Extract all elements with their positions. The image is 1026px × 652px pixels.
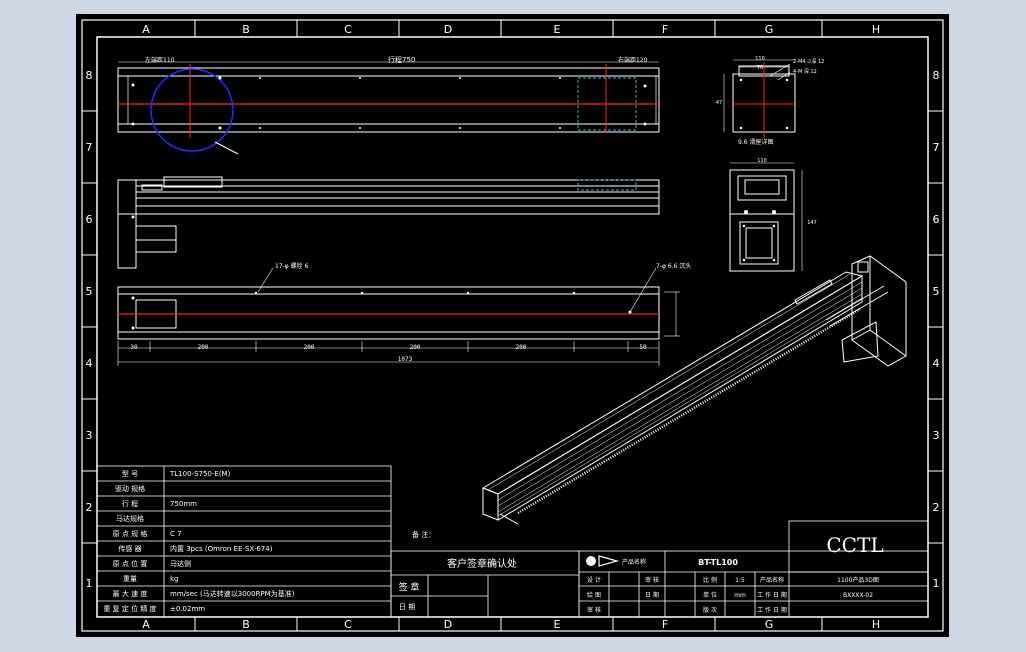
zone-col-a-bottom: A: [142, 618, 150, 631]
spec-label: 传感 器: [118, 544, 141, 553]
title-cell: 版 次: [703, 606, 717, 614]
zone-row-6: 6: [86, 213, 93, 226]
spec-value: 马达侧: [170, 559, 191, 568]
zone-col-e: E: [554, 23, 561, 36]
spec-label: 行 程: [122, 499, 138, 508]
zone-row-3-right: 3: [933, 429, 940, 442]
dim-right-end: 右端距120: [618, 56, 648, 64]
dim-seg-4: 200: [410, 344, 421, 351]
spec-value: ±0.02mm: [170, 605, 205, 613]
end-view-caption: 9.6 滑座详图: [738, 138, 773, 146]
drawing-sheet: A B C D E F G H A B C D E F G H 8 7 6 5 …: [76, 14, 949, 637]
cad-viewport: A B C D E F G H A B C D E F G H 8 7 6 5 …: [0, 0, 1026, 652]
title-cell: 审 核: [645, 576, 659, 584]
spec-label: 驱动 规格: [115, 484, 145, 493]
title-cell: 单 位: [703, 591, 717, 599]
item-name-label: 产品名称: [622, 558, 646, 566]
spec-label: 最 大 速 度: [113, 589, 148, 598]
drawing-number: BXXXX-02: [843, 592, 873, 599]
title-cell: 产品名称: [760, 576, 784, 584]
title-cell: 审 核: [587, 606, 601, 614]
title-cell: 绘 图: [587, 591, 601, 599]
zone-row-2-right: 2: [933, 501, 940, 514]
zone-col-g-bottom: G: [765, 618, 774, 631]
dim-seg-1: 30: [130, 344, 138, 351]
spec-label: 原 点 规 格: [113, 529, 148, 538]
end-note-1: 2-M4 ∅深 12: [793, 58, 824, 65]
zone-col-c: C: [344, 23, 352, 36]
zone-row-7-right: 7: [933, 141, 940, 154]
section-dim-top: 110: [757, 158, 767, 164]
spec-label: 重量: [123, 575, 137, 583]
zone-col-h-bottom: H: [872, 618, 880, 631]
note-bolts: 17-φ 螺栓 6: [275, 262, 309, 270]
zone-col-f-bottom: F: [662, 618, 668, 631]
zone-row-2: 2: [86, 501, 93, 514]
title-cell: 工 作 日 期: [757, 606, 787, 614]
date-label: 日 期: [399, 603, 415, 611]
zone-row-8: 8: [86, 69, 93, 82]
dim-seg-6: 50: [639, 344, 647, 351]
zone-row-7: 7: [86, 141, 93, 154]
notes-label: 备 注：: [412, 530, 435, 539]
zone-col-d-bottom: D: [444, 618, 452, 631]
sign-label: 签 章: [399, 581, 420, 593]
zone-row-4: 4: [86, 357, 93, 370]
end-dim-top: 110: [755, 56, 765, 62]
zone-col-e-bottom: E: [554, 618, 561, 631]
end-dim-side: 47: [716, 100, 722, 106]
title-cell: 日 期: [645, 591, 659, 599]
drawing-background: [76, 14, 949, 637]
company-name: CCTL: [826, 533, 883, 557]
dim-seg-3: 200: [304, 344, 315, 351]
end-note-2: 4-M 深 12: [793, 68, 817, 75]
dim-total: 1073: [398, 356, 413, 363]
zone-col-f: F: [662, 23, 668, 36]
spec-value: kg: [170, 575, 179, 583]
drawing-description: 1100产品3D图: [837, 576, 879, 584]
zone-col-a: A: [142, 23, 150, 36]
title-cell: mm: [734, 592, 746, 599]
spec-label: 重 复 定 位 精 度: [103, 604, 156, 613]
zone-row-1: 1: [86, 577, 93, 590]
zone-col-b: B: [242, 23, 250, 36]
dim-seg-5: 200: [516, 344, 527, 351]
spec-label: 原 点 位 置: [113, 559, 148, 568]
spec-value: 内置 3pcs (Omron EE-SX-674): [170, 544, 273, 553]
zone-col-g: G: [765, 23, 774, 36]
dim-stroke: 行程750: [388, 55, 415, 64]
zone-row-8-right: 8: [933, 69, 940, 82]
zone-col-c-bottom: C: [344, 618, 352, 631]
title-cell: 设 计: [587, 576, 601, 584]
dim-seg-2: 200: [198, 344, 209, 351]
title-cell: 工 作 日 期: [757, 591, 787, 599]
zone-row-6-right: 6: [933, 213, 940, 226]
spec-value: mm/sec (马达转速以3000RPM为基准): [170, 589, 295, 598]
product-code: BT-TL100: [698, 558, 738, 567]
zone-row-5-right: 5: [933, 285, 940, 298]
section-dim-side: 147: [807, 220, 817, 226]
spec-label: 型 号: [122, 469, 138, 478]
spec-label: 马达规格: [116, 514, 144, 523]
zone-row-4-right: 4: [933, 357, 940, 370]
zone-row-1-right: 1: [933, 577, 940, 590]
spec-value: 750mm: [170, 500, 197, 508]
zone-col-b-bottom: B: [242, 618, 250, 631]
zone-col-h: H: [872, 23, 880, 36]
title-cell: 比 例: [703, 576, 717, 584]
note-countersink: 7-φ 6.6 沉头: [656, 262, 691, 270]
zone-row-5: 5: [86, 285, 93, 298]
zone-col-d: D: [444, 23, 452, 36]
spec-value: TL100-S750-E(M): [169, 470, 231, 478]
title-cell: 1:5: [735, 577, 745, 584]
end-dim-inner: 70: [757, 65, 763, 71]
dim-left-end: 左端距110: [145, 56, 175, 64]
confirm-header: 客户签章确认处: [447, 557, 517, 570]
zone-row-3: 3: [86, 429, 93, 442]
spec-value: C 7: [170, 530, 182, 538]
